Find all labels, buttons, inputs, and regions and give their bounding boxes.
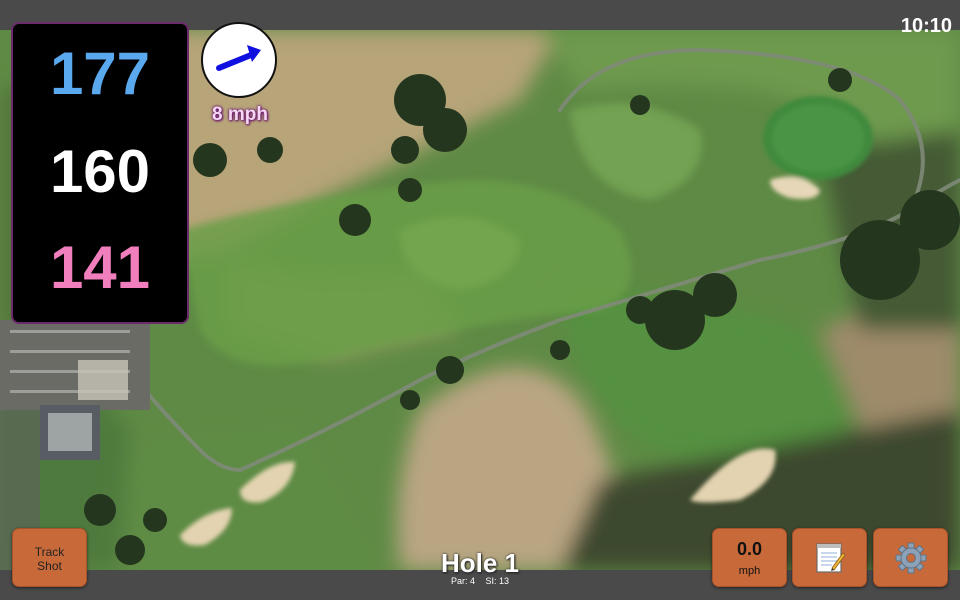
back-distance: 177	[49, 40, 151, 107]
speed-button[interactable]: 0.0 mph	[712, 528, 787, 587]
track-shot-button[interactable]: Track Shot	[12, 528, 87, 587]
settings-button[interactable]	[873, 528, 948, 587]
track-shot-label: Track Shot	[34, 545, 65, 573]
wind-indicator	[201, 22, 277, 98]
hole-info: Par: 4 SI: 13	[400, 576, 560, 587]
notepad-icon	[815, 542, 846, 573]
arrow-icon	[216, 45, 261, 71]
speed-value: 0.0	[736, 539, 763, 559]
hole-stroke-index: SI: 13	[485, 576, 510, 586]
clock: 10:10	[900, 15, 952, 37]
speed-unit: mph	[738, 565, 761, 577]
gear-icon	[895, 542, 926, 573]
front-distance: 141	[49, 234, 151, 301]
middle-distance: 160	[49, 138, 151, 205]
distance-panel: 177 160 141	[11, 22, 189, 324]
notes-button[interactable]	[792, 528, 867, 587]
hole-title: Hole 1	[440, 548, 520, 578]
wind-speed: 8 mph	[212, 104, 268, 125]
hole-par: Par: 4	[450, 576, 475, 586]
